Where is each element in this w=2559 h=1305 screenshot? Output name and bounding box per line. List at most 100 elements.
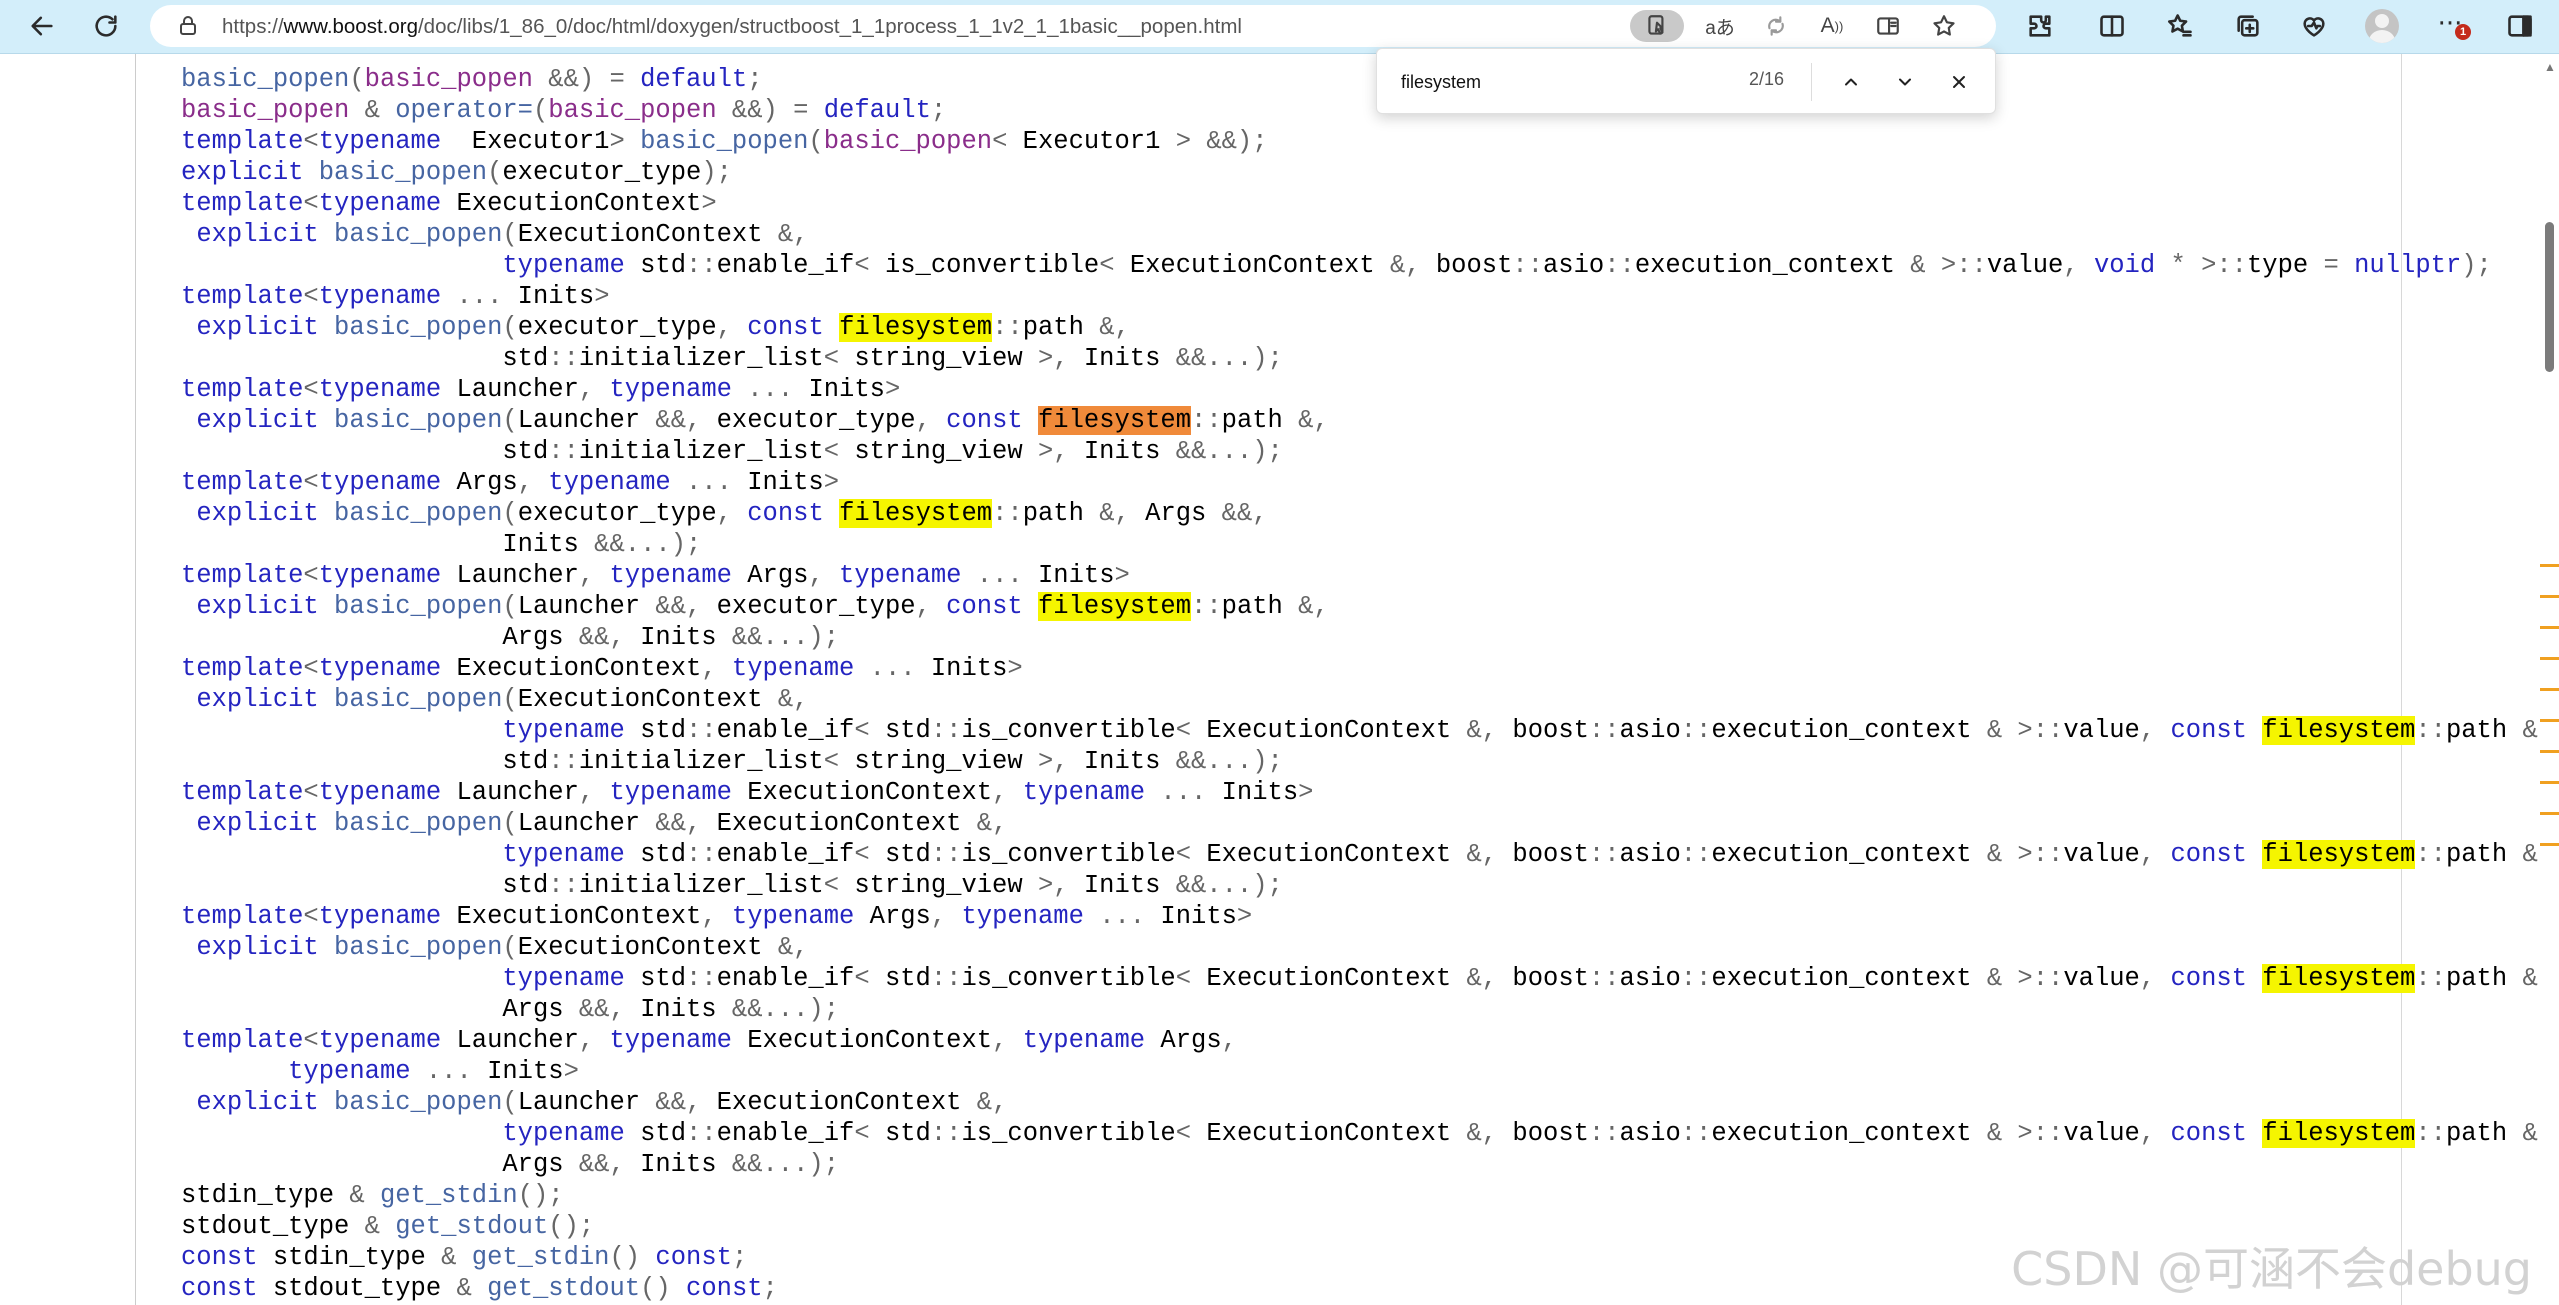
code-punct: ); bbox=[2461, 251, 2492, 280]
close-icon[interactable] bbox=[1943, 66, 1975, 98]
code-punct: &&, bbox=[640, 1088, 717, 1117]
code-text: boost bbox=[1512, 1119, 1589, 1148]
lock-icon[interactable] bbox=[176, 14, 200, 38]
function-link[interactable]: get_stdin bbox=[380, 1181, 518, 1210]
address-bar[interactable]: https://www.boost.org/doc/libs/1_86_0/do… bbox=[150, 5, 1996, 47]
performance-icon[interactable] bbox=[2294, 6, 2334, 46]
code-line: std::initializer_list< string_view >, In… bbox=[181, 870, 2540, 901]
code-keyword: typename bbox=[548, 468, 671, 497]
code-keyword: const bbox=[2170, 716, 2247, 745]
function-link[interactable]: basic_popen bbox=[334, 685, 502, 714]
code-line: basic_popen & operator=(basic_popen &&) … bbox=[181, 95, 2540, 126]
code-punct: :: bbox=[686, 840, 717, 869]
function-link[interactable]: basic_popen bbox=[319, 158, 487, 187]
back-icon[interactable] bbox=[22, 6, 62, 46]
scrollbar-match-marker bbox=[2540, 719, 2559, 722]
code-punct: &, bbox=[1451, 716, 1513, 745]
function-link[interactable]: basic_popen bbox=[334, 220, 502, 249]
code-punct: &&, bbox=[640, 406, 717, 435]
url-text[interactable]: https://www.boost.org/doc/libs/1_86_0/do… bbox=[222, 15, 1242, 39]
function-link[interactable]: basic_popen bbox=[334, 313, 502, 342]
scroll-up-arrow-icon[interactable]: ▲ bbox=[2544, 60, 2556, 74]
code-keyword: typename bbox=[318, 1026, 442, 1055]
code-text: path bbox=[1221, 592, 1283, 621]
scrollbar-thumb[interactable] bbox=[2545, 222, 2554, 372]
code-text: enable_if bbox=[716, 964, 855, 993]
function-link[interactable]: get_stdout bbox=[395, 1212, 548, 1241]
function-link[interactable]: get_stdout bbox=[487, 1274, 640, 1303]
sidebar-icon[interactable] bbox=[2500, 6, 2540, 46]
code-punct: < bbox=[854, 840, 885, 869]
code-punct: , bbox=[578, 375, 610, 404]
code-keyword: typename bbox=[502, 840, 625, 869]
function-link[interactable]: basic_popen bbox=[334, 809, 502, 838]
code-punct: :: bbox=[2415, 964, 2446, 993]
favorite-icon[interactable] bbox=[1928, 10, 1960, 42]
code-punct: :: bbox=[1680, 964, 1712, 993]
vertical-scrollbar[interactable]: ▲ bbox=[2540, 54, 2559, 1305]
code-keyword: typename bbox=[318, 189, 442, 218]
code-text: initializer_list bbox=[578, 344, 824, 373]
code-punct: > bbox=[884, 375, 901, 404]
code-text: std bbox=[884, 716, 931, 745]
param-type-link[interactable]: basic_popen bbox=[181, 96, 349, 125]
code-punct: :: bbox=[1588, 716, 1620, 745]
current-search-match: filesystem bbox=[1038, 406, 1192, 435]
extensions-icon[interactable] bbox=[2020, 6, 2060, 46]
code-text: ExecutionContext bbox=[441, 654, 702, 683]
refresh-icon[interactable] bbox=[86, 6, 126, 46]
split-screen-icon[interactable] bbox=[2092, 6, 2132, 46]
code-punct: , bbox=[915, 592, 947, 621]
code-punct: :: bbox=[1604, 251, 1635, 280]
code-punct: ( bbox=[349, 65, 365, 94]
tracking-icon[interactable] bbox=[1760, 10, 1792, 42]
chevron-up-icon[interactable] bbox=[1835, 66, 1867, 98]
translate-icon[interactable]: aあ bbox=[1704, 10, 1736, 42]
code-punct: > bbox=[1007, 654, 1023, 683]
read-aloud-icon[interactable]: A)) bbox=[1816, 10, 1848, 42]
function-link[interactable]: basic_popen bbox=[640, 127, 808, 156]
code-keyword: typename bbox=[502, 251, 625, 280]
function-link[interactable]: basic_popen bbox=[334, 406, 502, 435]
param-type-link[interactable]: basic_popen bbox=[548, 96, 716, 125]
code-text: Inits bbox=[1037, 561, 1115, 590]
search-match: filesystem bbox=[839, 313, 993, 342]
code-line: template<typename Args, typename ... Ini… bbox=[181, 467, 2540, 498]
code-text: path bbox=[2445, 1119, 2508, 1148]
code-text: ExecutionContext bbox=[716, 1088, 962, 1117]
code-punct: ... bbox=[854, 654, 931, 683]
function-link[interactable]: operator= bbox=[395, 96, 533, 125]
code-punct: (); bbox=[548, 1212, 595, 1241]
code-keyword: explicit bbox=[196, 499, 319, 528]
param-type-link[interactable]: basic_popen bbox=[824, 127, 992, 156]
function-link[interactable]: basic_popen bbox=[181, 65, 349, 94]
code-text: execution_context bbox=[1711, 716, 1972, 745]
function-link[interactable]: basic_popen bbox=[334, 933, 502, 962]
code-punct: & bbox=[425, 1243, 472, 1272]
code-punct: &&...); bbox=[578, 530, 702, 559]
code-punct: ( bbox=[502, 313, 518, 342]
collections-icon[interactable] bbox=[2228, 6, 2268, 46]
favorites-icon[interactable] bbox=[2160, 6, 2200, 46]
function-link[interactable]: basic_popen bbox=[334, 499, 502, 528]
function-link[interactable]: get_stdin bbox=[472, 1243, 610, 1272]
immersive-icon[interactable] bbox=[1872, 10, 1904, 42]
search-match: filesystem bbox=[1038, 592, 1192, 621]
reader-icon[interactable] bbox=[1630, 10, 1684, 42]
profile-icon[interactable] bbox=[2365, 9, 2399, 43]
param-type-link[interactable]: basic_popen bbox=[365, 65, 533, 94]
code-text: string_view bbox=[854, 437, 1023, 466]
function-link[interactable]: basic_popen bbox=[334, 592, 502, 621]
code-punct: &, bbox=[1451, 840, 1513, 869]
function-link[interactable]: basic_popen bbox=[334, 1088, 502, 1117]
code-punct: :: bbox=[548, 747, 579, 776]
code-punct: &&, bbox=[563, 1150, 641, 1179]
find-input[interactable] bbox=[1399, 67, 1703, 97]
code-text: std bbox=[181, 437, 549, 466]
chevron-down-icon[interactable] bbox=[1889, 66, 1921, 98]
